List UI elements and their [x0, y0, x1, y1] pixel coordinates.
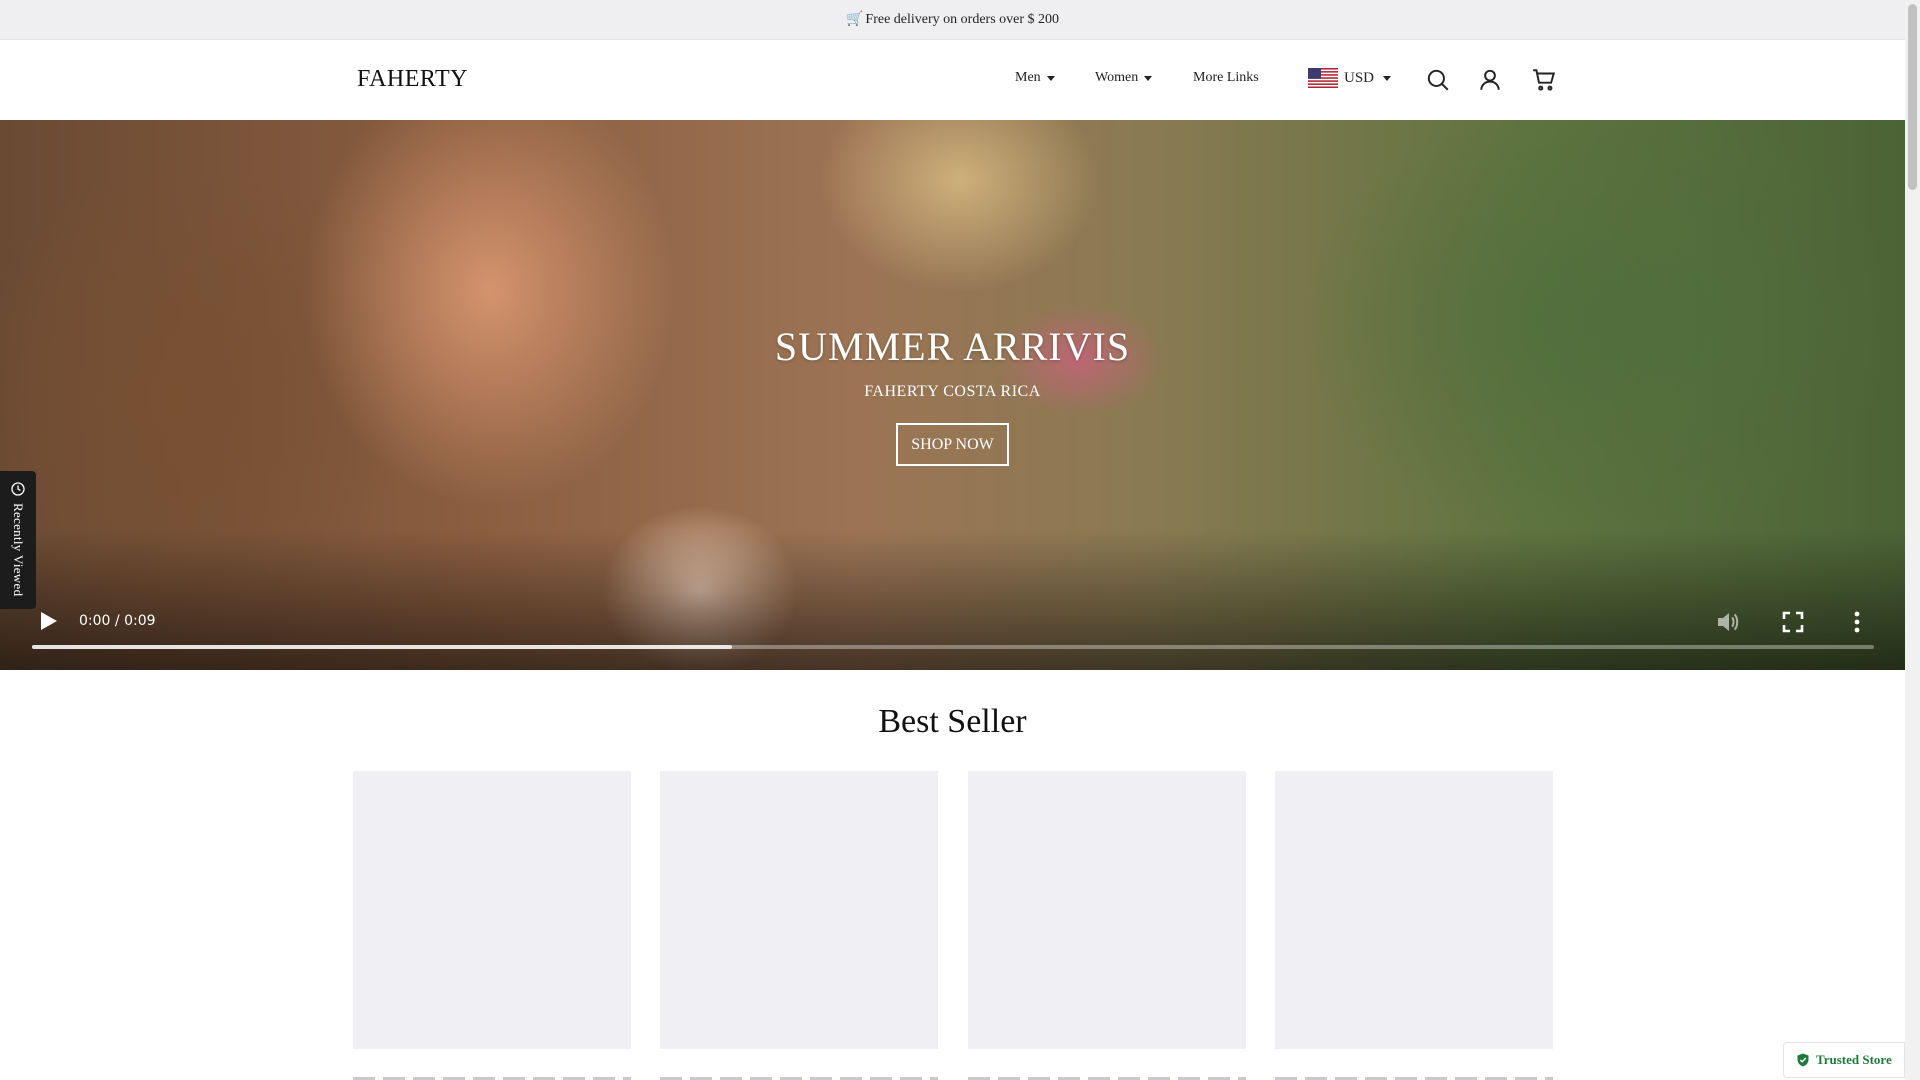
nav-women-label: Women	[1095, 70, 1139, 85]
video-buffer	[32, 645, 732, 649]
site-header: FAHERTY Men Women More Links USD	[0, 40, 1905, 120]
recently-viewed-icon	[11, 482, 25, 496]
caret-down-icon	[1144, 76, 1153, 81]
product-card-title-placeholder	[660, 1074, 938, 1080]
page-scrollbar[interactable]	[1905, 0, 1920, 1080]
brand-logo[interactable]: FAHERTY	[357, 66, 468, 93]
fullscreen-icon[interactable]	[1782, 611, 1804, 633]
hero-subtitle: FAHERTY COSTA RICA	[864, 383, 1041, 400]
recently-viewed-label: Recently Viewed	[11, 503, 26, 597]
video-duration: 0:09	[124, 613, 156, 629]
currency-code: USD	[1344, 69, 1375, 86]
caret-down-icon	[1383, 75, 1392, 81]
announcement-text: Free delivery on orders over $ 200	[865, 11, 1060, 27]
product-card-image-3[interactable]	[968, 771, 1246, 1049]
hero-title: SUMMER ARRIVIS	[774, 324, 1131, 369]
user-account-icon[interactable]	[1477, 67, 1503, 93]
volume-icon[interactable]	[1715, 609, 1741, 635]
product-card-image-1[interactable]	[353, 771, 631, 1049]
product-card-title-placeholder	[1275, 1074, 1553, 1080]
more-options-icon[interactable]	[1848, 609, 1866, 635]
scrollbar-thumb[interactable]	[1908, 4, 1917, 190]
nav-women[interactable]: Women	[1095, 70, 1153, 86]
video-controls: 0:00 / 0:09	[0, 590, 1905, 670]
product-card-image-4[interactable]	[1275, 771, 1553, 1049]
product-card-title-placeholder	[968, 1074, 1246, 1080]
video-time: 0:00 / 0:09	[79, 613, 156, 629]
video-progress-bar[interactable]	[32, 645, 1874, 649]
shield-check-icon	[1797, 1053, 1809, 1067]
nav-more-links-label: More Links	[1193, 70, 1259, 85]
caret-down-icon	[1046, 76, 1055, 81]
trusted-store-label: Trusted Store	[1816, 1052, 1892, 1067]
product-card-image-2[interactable]	[660, 771, 938, 1049]
cart-emoji-icon: 🛒	[845, 12, 864, 27]
us-flag-icon	[1308, 68, 1338, 88]
video-time-separator: /	[114, 613, 120, 629]
shop-now-button[interactable]: SHOP NOW	[896, 423, 1009, 466]
hero-video[interactable]: SUMMER ARRIVIS FAHERTY COSTA RICA SHOP N…	[0, 120, 1905, 670]
best-seller-title: Best Seller	[878, 703, 1027, 740]
cart-icon[interactable]	[1531, 67, 1557, 93]
nav-more-links[interactable]: More Links	[1193, 70, 1259, 86]
trusted-store-badge[interactable]: Trusted Store	[1783, 1042, 1905, 1078]
video-current-time: 0:00	[79, 613, 111, 629]
product-card-title-placeholder	[353, 1074, 631, 1080]
recently-viewed-tab[interactable]: Recently Viewed	[0, 471, 36, 609]
play-icon[interactable]	[40, 611, 58, 631]
announcement-bar: 🛒 Free delivery on orders over $ 200	[0, 0, 1905, 40]
search-icon[interactable]	[1425, 67, 1451, 93]
currency-selector[interactable]: USD	[1308, 68, 1392, 88]
nav-men[interactable]: Men	[1015, 70, 1055, 86]
nav-men-label: Men	[1015, 70, 1041, 85]
